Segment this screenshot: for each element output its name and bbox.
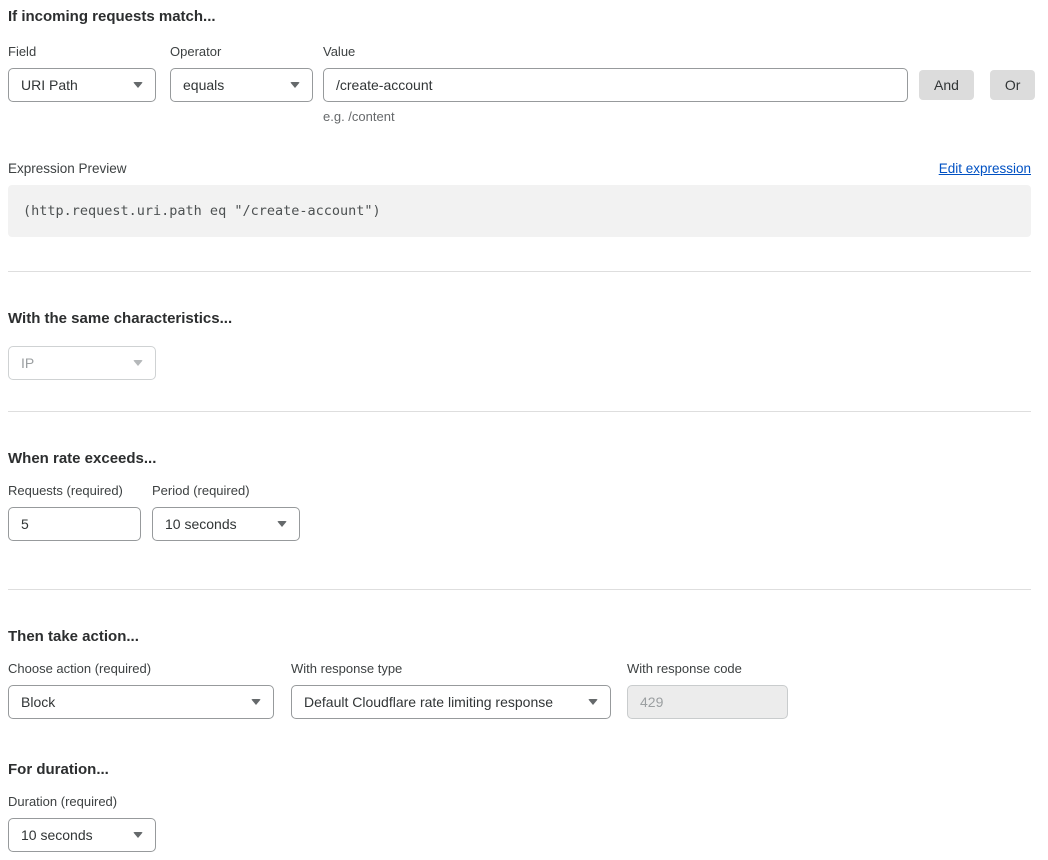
expression-code: (http.request.uri.path eq "/create-accou… (23, 203, 381, 219)
section-heading-characteristics: With the same characteristics... (8, 310, 1031, 327)
characteristic-dropdown-value: IP (21, 355, 34, 371)
expression-preview-code-block: (http.request.uri.path eq "/create-accou… (8, 185, 1031, 237)
field-label: Field (8, 44, 156, 59)
duration-dropdown[interactable]: 10 seconds (8, 818, 156, 852)
field-dropdown[interactable]: URI Path (8, 68, 156, 102)
chevron-down-icon (133, 832, 143, 838)
period-dropdown-value: 10 seconds (165, 516, 237, 532)
characteristic-dropdown: IP (8, 346, 156, 380)
requests-label: Requests (required) (8, 483, 141, 498)
and-or-buttons: And Or (908, 68, 1035, 102)
section-for-duration: For duration... Duration (required) 10 s… (8, 761, 1031, 852)
period-dropdown[interactable]: 10 seconds (152, 507, 300, 541)
section-heading-match: If incoming requests match... (8, 8, 1031, 25)
match-expression-row: Field URI Path Operator equals Value e.g… (8, 44, 1031, 124)
chevron-down-icon (588, 699, 598, 705)
operator-label: Operator (170, 44, 313, 59)
section-heading-rate: When rate exceeds... (8, 450, 1031, 467)
field-group-response-type: With response type Default Cloudflare ra… (291, 661, 611, 719)
field-group-requests: Requests (required) (8, 483, 141, 541)
response-type-dropdown[interactable]: Default Cloudflare rate limiting respons… (291, 685, 611, 719)
section-heading-duration: For duration... (8, 761, 1031, 778)
section-heading-action: Then take action... (8, 628, 1031, 645)
section-divider (8, 589, 1031, 590)
chevron-down-icon (133, 360, 143, 366)
chevron-down-icon (251, 699, 261, 705)
expression-preview-header: Expression Preview Edit expression (8, 161, 1031, 176)
field-group-value: Value e.g. /content (323, 44, 908, 124)
operator-dropdown-value: equals (183, 77, 224, 93)
rate-limiting-rule-form: If incoming requests match... Field URI … (0, 0, 1048, 860)
section-divider (8, 411, 1031, 412)
value-input[interactable] (323, 68, 908, 102)
section-take-action: Then take action... Choose action (requi… (8, 628, 1031, 719)
field-group-period: Period (required) 10 seconds (152, 483, 300, 541)
section-divider (8, 271, 1031, 272)
response-type-dropdown-value: Default Cloudflare rate limiting respons… (304, 694, 553, 710)
action-row: Choose action (required) Block With resp… (8, 661, 1031, 719)
or-button[interactable]: Or (990, 70, 1036, 100)
field-group-operator: Operator equals (170, 44, 313, 102)
section-incoming-requests-match: If incoming requests match... Field URI … (8, 8, 1031, 237)
response-code-input (627, 685, 788, 719)
chevron-down-icon (133, 82, 143, 88)
duration-dropdown-value: 10 seconds (21, 827, 93, 843)
field-dropdown-value: URI Path (21, 77, 78, 93)
expression-preview-label: Expression Preview (8, 161, 127, 176)
value-hint: e.g. /content (323, 109, 908, 124)
requests-input[interactable] (8, 507, 141, 541)
and-button[interactable]: And (919, 70, 974, 100)
choose-action-dropdown-value: Block (21, 694, 55, 710)
edit-expression-link[interactable]: Edit expression (939, 161, 1031, 176)
value-label: Value (323, 44, 908, 59)
operator-dropdown[interactable]: equals (170, 68, 313, 102)
chevron-down-icon (290, 82, 300, 88)
section-rate-exceeds: When rate exceeds... Requests (required)… (8, 450, 1031, 541)
field-group-choose-action: Choose action (required) Block (8, 661, 274, 719)
response-type-label: With response type (291, 661, 611, 676)
field-group-field: Field URI Path (8, 44, 156, 102)
field-group-duration: Duration (required) 10 seconds (8, 794, 156, 852)
duration-row: Duration (required) 10 seconds (8, 794, 1031, 852)
chevron-down-icon (277, 521, 287, 527)
choose-action-dropdown[interactable]: Block (8, 685, 274, 719)
section-same-characteristics: With the same characteristics... IP (8, 310, 1031, 380)
duration-label: Duration (required) (8, 794, 156, 809)
choose-action-label: Choose action (required) (8, 661, 274, 676)
period-label: Period (required) (152, 483, 300, 498)
response-code-label: With response code (627, 661, 788, 676)
rate-row: Requests (required) Period (required) 10… (8, 483, 1031, 541)
field-group-response-code: With response code (627, 661, 788, 719)
